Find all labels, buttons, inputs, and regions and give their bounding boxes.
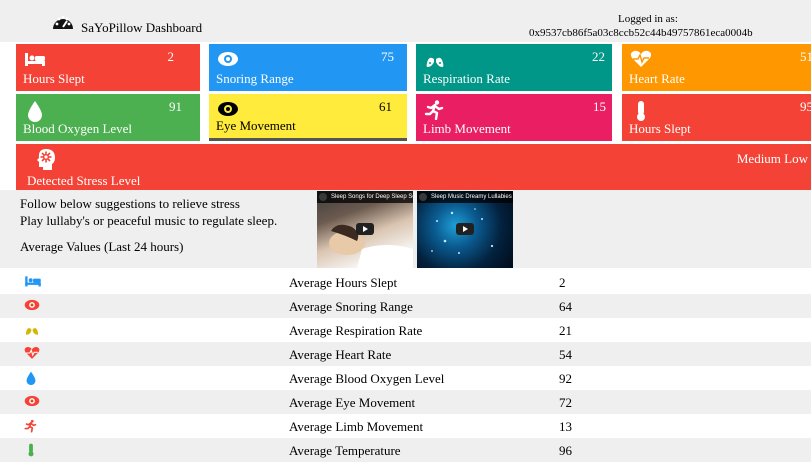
tile-blood-oxygen[interactable]: 91 Blood Oxygen Level [16, 94, 200, 141]
thermometer-icon [630, 100, 650, 121]
video-title: Sleep Music Dreamy Lullabies at Ni... [417, 191, 513, 203]
dashboard-gauge-icon [52, 13, 74, 31]
tile-heart-rate[interactable]: 51 Heart Rate [622, 44, 811, 91]
table-row: Average Heart Rate 54 [0, 342, 811, 366]
tile-value: 75 [381, 49, 394, 64]
tile-limb-movement[interactable]: 15 Limb Movement [416, 94, 612, 141]
average-label: Average Blood Oxygen Level [289, 371, 445, 386]
average-value: 72 [559, 395, 572, 410]
tile-hours-slept[interactable]: 2 Hours Slept [16, 44, 200, 91]
drop-icon [24, 370, 42, 386]
play-button-icon[interactable] [456, 223, 474, 235]
average-label: Average Limb Movement [289, 419, 424, 434]
stress-level-value: Medium Low [736, 151, 808, 166]
thermometer-icon [24, 442, 42, 458]
tile-label: Eye Movement [216, 118, 296, 133]
tile-hours-slept-2[interactable]: 95 Hours Slept [622, 94, 811, 141]
video-title: Sleep Songs for Deep Sleep Sooo... [317, 191, 413, 203]
average-label: Average Temperature [289, 443, 401, 458]
average-label: Average Snoring Range [289, 299, 413, 314]
average-value: 96 [559, 443, 572, 458]
average-label: Average Hours Slept [289, 275, 398, 290]
average-label: Average Respiration Rate [289, 323, 423, 338]
table-row: Average Eye Movement 72 [0, 390, 811, 414]
table-row: Average Blood Oxygen Level 92 [0, 366, 811, 390]
drop-icon [24, 100, 44, 122]
user-wallet-address: 0x9537cb86f5a03c8ccb52c44b49757861eca000… [529, 27, 753, 39]
tile-value: 61 [379, 99, 392, 114]
tile-snoring-range[interactable]: 75 Snoring Range [209, 44, 407, 91]
app-title: SaYoPillow Dashboard [81, 20, 203, 35]
lungs-icon [424, 50, 444, 68]
tile-value: 91 [169, 99, 182, 114]
suggestion-text: Play lullaby's or peaceful music to regu… [20, 213, 278, 228]
table-row: Average Temperature 96 [0, 438, 811, 462]
video-thumbnail-sleep-songs[interactable]: Sleep Songs for Deep Sleep Sooo... [317, 191, 413, 268]
tile-label: Respiration Rate [423, 71, 511, 86]
stress-level-label: Detected Stress Level [27, 173, 141, 188]
average-value: 54 [559, 347, 572, 362]
tile-label: Hours Slept [23, 71, 85, 86]
tile-label: Limb Movement [423, 121, 511, 136]
logged-in-label: Logged in as: [618, 13, 678, 25]
table-row: Average Hours Slept 2 [0, 270, 811, 294]
eye-icon [24, 394, 42, 410]
table-row: Average Snoring Range 64 [0, 294, 811, 318]
table-row: Average Respiration Rate 21 [0, 318, 811, 342]
tile-label: Hours Slept [629, 121, 691, 136]
running-icon [24, 418, 42, 434]
play-button-icon[interactable] [356, 223, 374, 235]
tile-value: 51 [800, 49, 811, 64]
running-icon [424, 100, 444, 121]
header-bar: SaYoPillow Dashboard Logged in as: 0x953… [0, 0, 811, 42]
tile-value: 22 [592, 49, 605, 64]
average-value: 92 [559, 371, 572, 386]
eye-icon [217, 100, 238, 118]
average-value: 64 [559, 299, 572, 314]
average-value: 21 [559, 323, 572, 338]
eye-icon [217, 50, 238, 68]
tile-value: 95 [800, 99, 811, 114]
average-label: Average Heart Rate [289, 347, 392, 362]
tile-label: Snoring Range [216, 71, 294, 86]
heart-pulse-icon [24, 346, 42, 362]
video-thumbnail-sleep-music[interactable]: Sleep Music Dreamy Lullabies at Ni... [417, 191, 513, 268]
suggestions-heading: Follow below suggestions to relieve stre… [20, 196, 240, 211]
average-value: 2 [559, 275, 566, 290]
tile-label: Heart Rate [629, 71, 685, 86]
stress-head-icon [34, 148, 58, 172]
bed-icon [24, 274, 42, 290]
eye-icon [24, 298, 42, 314]
average-value: 13 [559, 419, 572, 434]
average-label: Average Eye Movement [289, 395, 416, 410]
heart-pulse-icon [630, 50, 652, 68]
table-row: Average Limb Movement 13 [0, 414, 811, 438]
bed-icon [24, 50, 45, 68]
tile-respiration-rate[interactable]: 22 Respiration Rate [416, 44, 612, 91]
tile-eye-movement[interactable]: 61 Eye Movement [209, 94, 407, 141]
averages-title: Average Values (Last 24 hours) [20, 239, 184, 254]
tile-label: Blood Oxygen Level [23, 121, 133, 136]
lungs-icon [24, 322, 42, 338]
tile-value: 2 [167, 49, 175, 64]
stress-level-banner[interactable]: Medium Low Detected Stress Level [16, 144, 811, 190]
tile-value: 15 [593, 99, 606, 114]
